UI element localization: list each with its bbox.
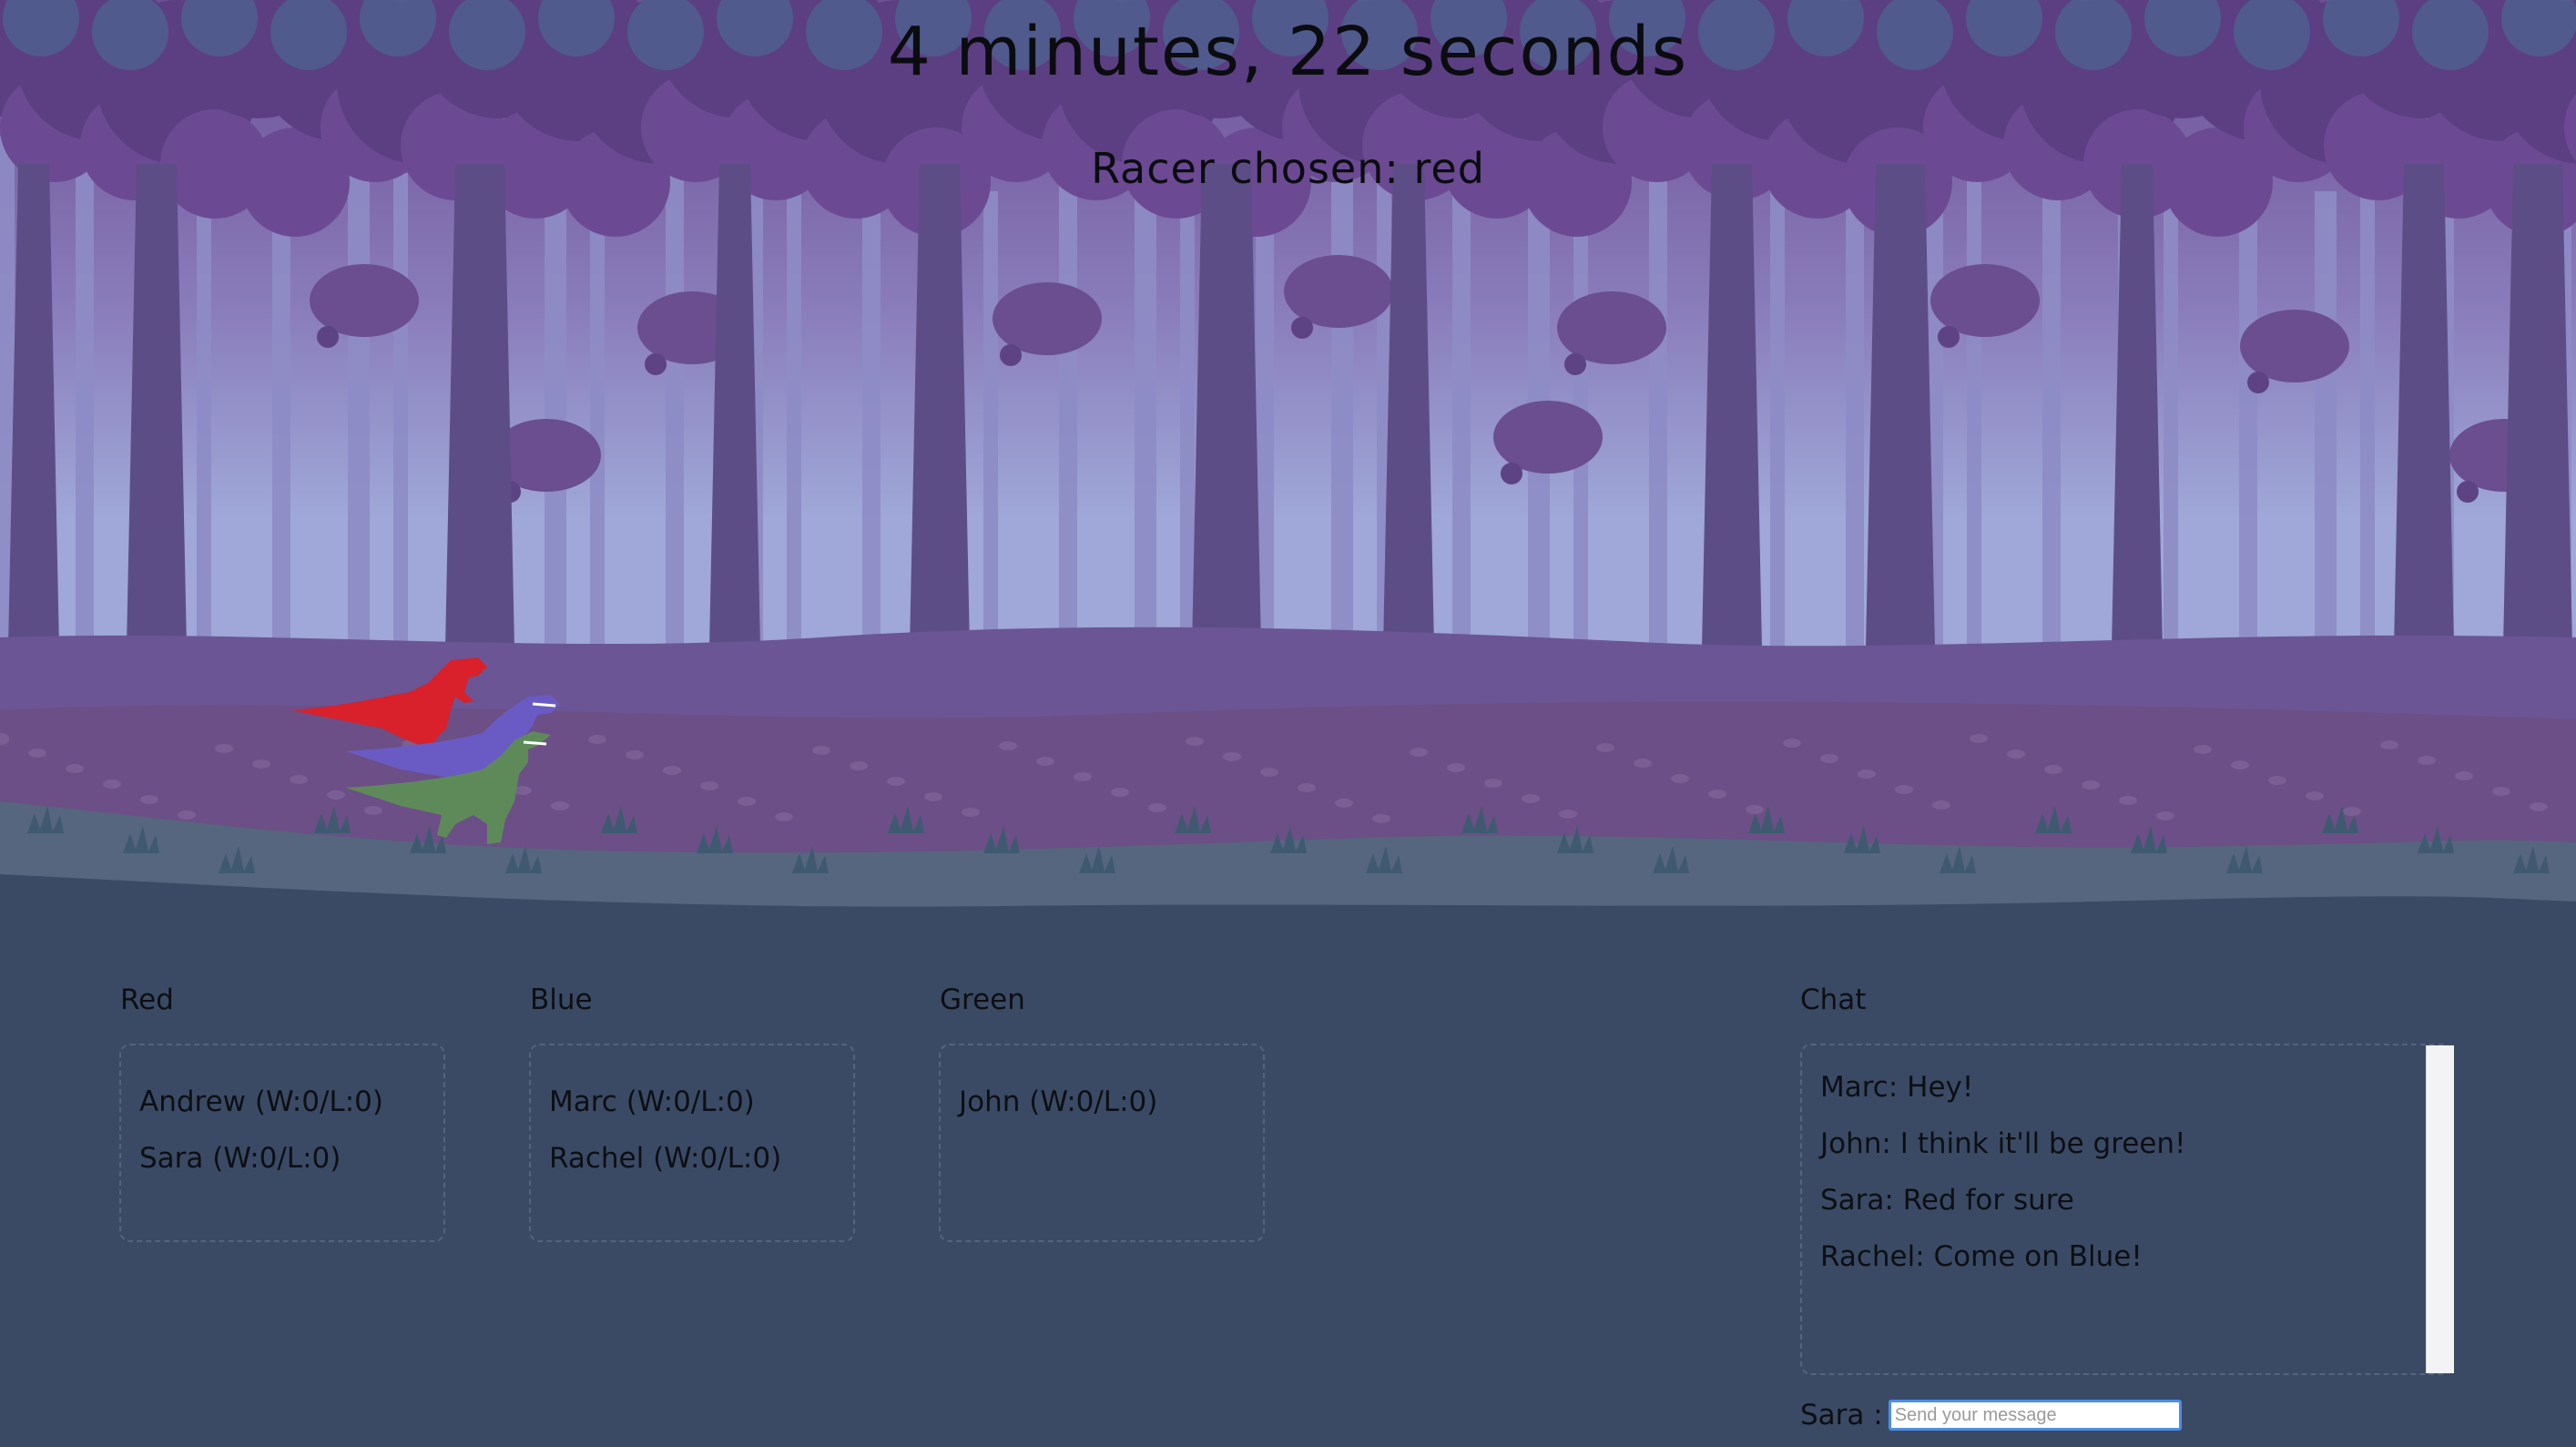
race-timer: 4 minutes, 22 seconds <box>887 13 1689 91</box>
player-entry: Rachel (W:0/L:0) <box>549 1142 782 1175</box>
team-box-red: Andrew (W:0/L:0) Sara (W:0/L:0) <box>119 1044 445 1242</box>
chat-message: John: I think it'll be green! <box>1820 1127 2186 1160</box>
team-box-green: John (W:0/L:0) <box>939 1044 1265 1242</box>
team-title-green: Green <box>940 983 1025 1016</box>
player-entry: John (W:0/L:0) <box>959 1085 1158 1118</box>
chat-compose-row: Sara : <box>1800 1395 2182 1435</box>
chat-log: Marc: Hey! John: I think it'll be green!… <box>1800 1044 2454 1375</box>
player-entry: Sara (W:0/L:0) <box>139 1142 341 1175</box>
chat-title: Chat <box>1800 983 1867 1016</box>
racers-layer <box>291 657 560 844</box>
chat-message: Rachel: Come on Blue! <box>1820 1240 2143 1273</box>
player-entry: Andrew (W:0/L:0) <box>139 1085 383 1118</box>
team-box-blue: Marc (W:0/L:0) Rachel (W:0/L:0) <box>529 1044 855 1242</box>
racer-chosen-label: Racer chosen: red <box>1091 144 1485 193</box>
team-title-blue: Blue <box>530 983 593 1016</box>
chat-message: Marc: Hey! <box>1820 1071 1974 1104</box>
player-entry: Marc (W:0/L:0) <box>549 1085 755 1118</box>
chat-message: Sara: Red for sure <box>1820 1184 2074 1217</box>
chat-user-label: Sara : <box>1800 1399 1883 1432</box>
chat-message-input[interactable] <box>1888 1400 2182 1431</box>
team-title-red: Red <box>120 983 174 1016</box>
race-track-scene: 4 minutes, 22 seconds Racer chosen: red <box>0 0 2576 920</box>
chat-scrollbar[interactable] <box>2426 1045 2454 1373</box>
